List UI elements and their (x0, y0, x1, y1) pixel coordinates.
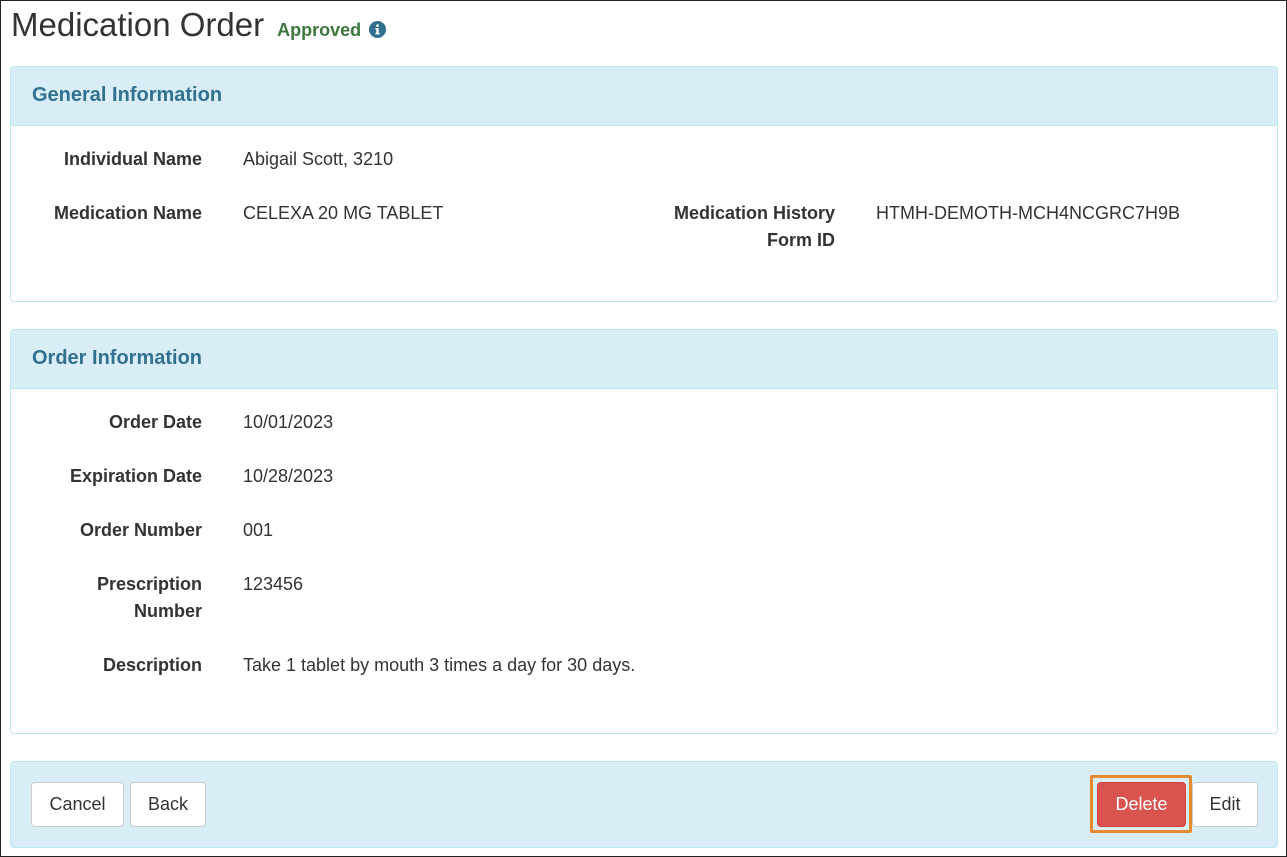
order-date-value: 10/01/2023 (243, 412, 334, 432)
order-date-label: Order Date (108, 412, 202, 432)
prescription-number-label: Prescription Number (96, 574, 202, 621)
cancel-button[interactable]: Cancel (31, 782, 124, 827)
delete-button[interactable]: Delete (1097, 782, 1186, 827)
description-label: Description (102, 655, 202, 675)
info-circle-icon[interactable] (369, 21, 387, 38)
description-value: Take 1 tablet by mouth 3 times a day for… (243, 655, 636, 675)
individual-name-value: Abigail Scott, 3210 (243, 149, 394, 169)
edit-button[interactable]: Edit (1192, 782, 1258, 827)
order-information-heading: Order Information (11, 330, 1277, 389)
medication-name-value: CELEXA 20 MG TABLET (243, 203, 444, 223)
individual-name-label: Individual Name (63, 149, 202, 169)
expiration-date-value: 10/28/2023 (243, 466, 334, 486)
expiration-date-label: Expiration Date (69, 466, 202, 486)
medication-name-label: Medication Name (53, 203, 202, 223)
medication-history-form-id-value: HTMH-DEMOTH-MCH4NCGRC7H9B (876, 203, 1180, 223)
order-number-label: Order Number (79, 520, 202, 540)
order-information-panel: Order Information Order Date 10/01/2023 … (10, 329, 1278, 734)
page-header: Medication Order Approved (11, 6, 387, 44)
page-title: Medication Order (11, 6, 265, 43)
back-button[interactable]: Back (130, 782, 206, 827)
prescription-number-value: 123456 (243, 574, 304, 594)
status-label: Approved (277, 20, 362, 40)
general-information-panel: General Information Individual Name Abig… (10, 66, 1278, 302)
order-number-value: 001 (243, 520, 274, 540)
medication-history-form-id-label: Medication History Form ID (673, 203, 835, 250)
general-information-heading: General Information (11, 67, 1277, 126)
